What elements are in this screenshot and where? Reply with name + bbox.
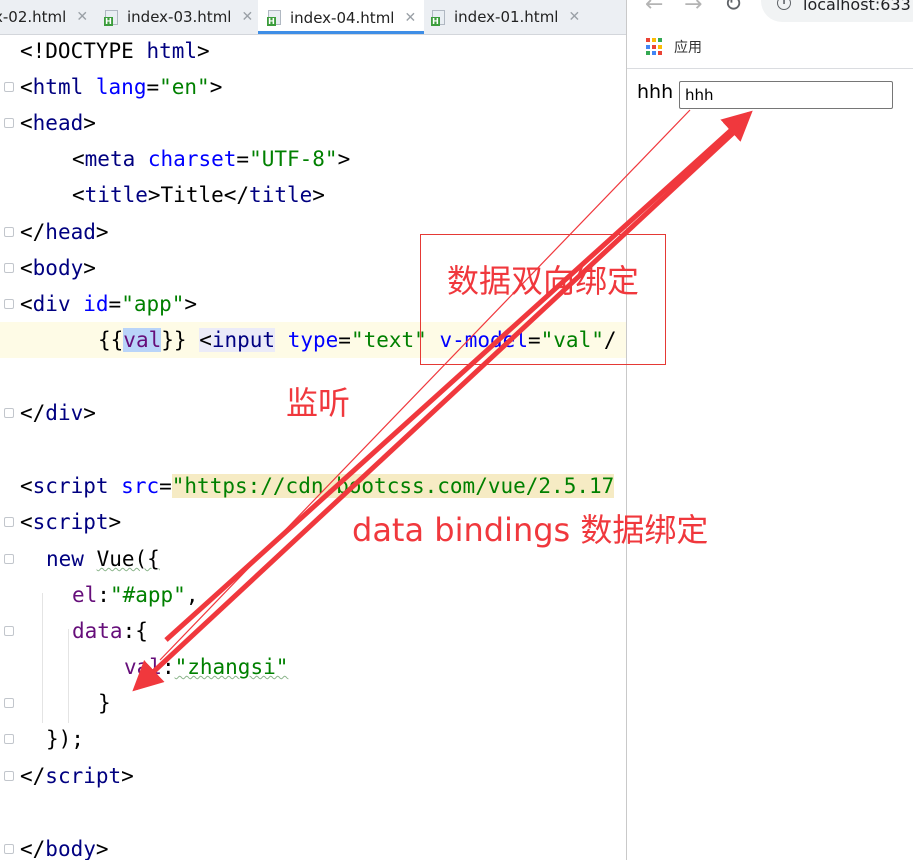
fold-icon[interactable] <box>4 554 14 564</box>
browser-toolbar: ← → ↻ i localhost:633 <box>627 0 913 28</box>
tab-label: index-01.html <box>454 8 559 26</box>
html-file-icon <box>431 9 446 26</box>
highlighted-usage: val <box>123 328 162 352</box>
code-line: </script> <box>0 758 626 794</box>
html-file-icon <box>104 9 119 26</box>
fold-icon[interactable] <box>4 299 14 309</box>
apps-grid-icon[interactable] <box>646 38 664 56</box>
code-line: } <box>0 685 626 721</box>
reload-icon[interactable]: ↻ <box>724 0 742 17</box>
close-icon[interactable]: ✕ <box>568 9 580 25</box>
code-line: </body> <box>0 831 626 860</box>
close-icon[interactable]: ✕ <box>76 9 88 25</box>
code-line: data:{ <box>0 613 626 649</box>
fold-icon[interactable] <box>4 517 14 527</box>
tab-index-01[interactable]: index-01.html ✕ <box>431 0 580 34</box>
info-icon[interactable]: i <box>777 0 791 10</box>
code-line: <!DOCTYPE html> <box>20 39 210 63</box>
tab-label: index-04.html <box>290 8 395 27</box>
fold-icon[interactable] <box>4 771 14 781</box>
code-line: }); <box>0 721 626 757</box>
forward-arrow-icon[interactable]: → <box>684 0 702 17</box>
tab-label: index-03.html <box>127 8 232 26</box>
code-line: <meta charset="UTF-8"> <box>72 147 351 171</box>
editor-tab-bar: x-02.html ✕ index-03.html ✕ index-04.htm… <box>0 0 626 35</box>
fold-icon[interactable] <box>4 118 14 128</box>
fold-icon[interactable] <box>4 698 14 708</box>
tab-index-03[interactable]: index-03.html ✕ <box>104 0 253 34</box>
annotation-data-bindings: data bindings 数据绑定 <box>352 511 709 549</box>
code-line: <html lang="en"> <box>0 69 626 105</box>
code-line: <head> <box>0 105 626 141</box>
fold-icon[interactable] <box>4 227 14 237</box>
tab-index-02[interactable]: x-02.html ✕ <box>0 0 88 34</box>
html-file-icon <box>267 10 282 26</box>
code-line: el:"#app", <box>72 583 199 607</box>
fold-icon[interactable] <box>4 734 14 744</box>
rendered-val-text: hhh <box>637 81 674 103</box>
back-arrow-icon[interactable]: ← <box>645 0 663 17</box>
bookmarks-bar: 应用 <box>627 32 913 69</box>
annotation-listen: 监听 <box>286 384 351 422</box>
fold-icon[interactable] <box>4 408 14 418</box>
apps-bookmark-label[interactable]: 应用 <box>674 37 702 57</box>
tab-label: x-02.html <box>0 8 67 26</box>
fold-icon[interactable] <box>4 626 14 636</box>
address-bar[interactable]: i localhost:633 <box>761 0 913 22</box>
code-editor[interactable]: <!DOCTYPE html> <html lang="en"> <head> … <box>0 35 626 860</box>
code-line: <script src="https://cdn.bootcss.com/vue… <box>20 474 615 498</box>
code-line: val:"zhangsi" <box>124 655 289 679</box>
code-line: <title>Title</title> <box>72 183 325 207</box>
annotation-two-way-binding: 数据双向绑定 <box>447 262 640 300</box>
tab-index-04[interactable]: index-04.html ✕ <box>258 0 425 34</box>
val-input[interactable] <box>679 81 893 109</box>
close-icon[interactable]: ✕ <box>241 9 253 25</box>
close-icon[interactable]: ✕ <box>404 10 416 26</box>
browser-window: ← → ↻ i localhost:633 应用 hhh <box>626 0 913 860</box>
fold-icon[interactable] <box>4 844 14 854</box>
page-content: hhh <box>627 69 913 860</box>
fold-icon[interactable] <box>4 82 14 92</box>
url-text: localhost:633 <box>803 0 911 14</box>
fold-icon[interactable] <box>4 263 14 273</box>
